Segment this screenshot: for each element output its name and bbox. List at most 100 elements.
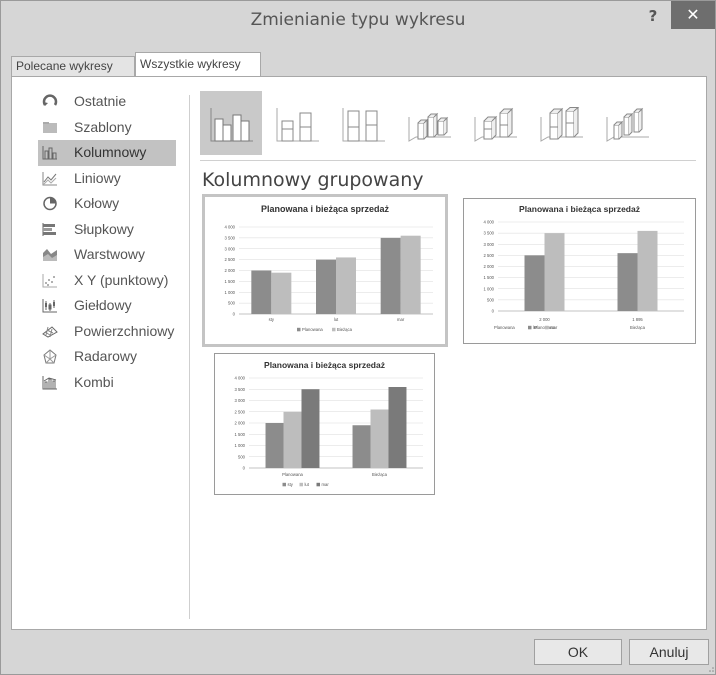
y-tick-label: 4 000	[225, 225, 236, 230]
chart-preview-svg: Planowana i bieżąca sprzedaż 0 500 1 000 1 5…	[225, 204, 433, 332]
sidebar-item-stock[interactable]: Giełdowy	[38, 293, 176, 319]
y-tick-label: 2 500	[225, 257, 236, 262]
recent-icon	[42, 94, 58, 106]
tab-recommended-charts[interactable]: Polecane wykresy	[11, 56, 135, 77]
sidebar-item-surface[interactable]: Powierzchniowy	[38, 319, 176, 345]
scatter-chart-icon	[42, 273, 57, 287]
100-stacked-column-icon	[342, 108, 385, 142]
bar	[370, 409, 389, 468]
y-tick-label: 1 500	[225, 279, 236, 284]
tab-all-charts[interactable]: Wszystkie wykresy	[135, 52, 261, 77]
bar	[283, 411, 302, 468]
subtype-3d-column[interactable]	[596, 91, 658, 155]
chart-title: Planowana i bieżąca sprzedaż	[261, 204, 390, 214]
clustered-column-icon	[210, 108, 253, 142]
bar	[524, 255, 545, 311]
subtype-stacked-column[interactable]	[266, 91, 328, 155]
vertical-divider	[189, 95, 190, 619]
pie-chart-icon	[43, 196, 57, 211]
legend-label: mar	[550, 325, 558, 330]
bar	[544, 233, 565, 311]
3d-stacked-column-icon	[474, 107, 517, 142]
chart-preview-3[interactable]: Planowana i bieżąca sprzedaż 0 500 1 000 1 5…	[214, 353, 435, 495]
sidebar-item-label: Powierzchniowy	[74, 322, 175, 339]
x-tick-sublabel: Bieżąca	[630, 325, 646, 330]
sidebar-item-column[interactable]: Kolumnowy	[38, 140, 176, 166]
sidebar-item-templates[interactable]: Szablony	[38, 115, 176, 141]
tab-panel: Ostatnie Szablony Kolumnowy Liniowy Koło…	[11, 76, 707, 630]
combo-chart-icon	[42, 375, 57, 389]
chart-title: Planowana i bieżąca sprzedaż	[519, 204, 640, 214]
folder-icon	[43, 121, 57, 133]
bar	[380, 237, 401, 314]
x-tick-label: Planowana	[282, 472, 303, 477]
legend-label: lut	[305, 482, 310, 487]
y-tick-label: 1 500	[484, 275, 495, 280]
sidebar-item-label: Giełdowy	[74, 297, 132, 313]
y-tick-label: 2 000	[235, 421, 246, 426]
chart-preview-2[interactable]: Planowana i bieżąca sprzedaż 0 500 1 000 1 5…	[463, 198, 696, 344]
bar	[352, 425, 371, 468]
bar	[251, 270, 272, 314]
sidebar-item-label: Kolumnowy	[74, 144, 147, 160]
sidebar-item-combo[interactable]: Kombi	[38, 370, 176, 396]
chart-preview-svg: Planowana i bieżąca sprzedaż 0 500 1 000 1 5…	[235, 360, 423, 487]
sidebar-item-radar[interactable]: Radarowy	[38, 344, 176, 370]
radar-chart-icon	[43, 349, 57, 364]
y-tick-label: 1 500	[235, 432, 246, 437]
bar	[271, 272, 292, 314]
ok-button[interactable]: OK	[534, 639, 622, 665]
bar	[301, 389, 320, 468]
horizontal-divider	[200, 160, 696, 161]
3d-100-stacked-column-icon	[540, 107, 583, 142]
subtype-100-stacked-column[interactable]	[332, 91, 394, 155]
y-tick-label: 2 500	[484, 253, 495, 258]
chart-preview-1[interactable]: Planowana i bieżąca sprzedaż 0 500 1 000 1 5…	[202, 194, 448, 347]
y-tick-label: 4 000	[235, 376, 246, 381]
x-tick-label: mar	[397, 317, 405, 322]
sidebar-item-area[interactable]: Warstwowy	[38, 242, 176, 268]
subtype-3d-stacked-column[interactable]	[464, 91, 526, 155]
y-tick-label: 1 000	[225, 290, 236, 295]
stacked-column-icon	[276, 108, 319, 142]
legend-swatch	[528, 325, 532, 330]
resize-grip-icon[interactable]	[707, 665, 715, 673]
subtype-3d-clustered-column[interactable]	[398, 91, 460, 155]
cancel-button[interactable]: Anuluj	[629, 639, 709, 665]
line-chart-icon	[42, 171, 57, 185]
y-tick-label: 1 000	[235, 443, 246, 448]
y-tick-label: 3 000	[235, 398, 246, 403]
title-bar[interactable]: Zmienianie typu wykresu ? ✕	[1, 1, 715, 41]
3d-clustered-column-icon	[408, 112, 451, 142]
y-tick-label: 3 500	[235, 387, 246, 392]
sidebar-item-bar[interactable]: Słupkowy	[38, 217, 176, 243]
legend-swatch	[316, 482, 320, 487]
y-tick-label: 500	[228, 301, 236, 306]
legend-label: mar	[322, 482, 330, 487]
legend-label: Bieżąca	[337, 327, 353, 332]
subtype-title: Kolumnowy grupowany	[202, 169, 424, 191]
chart-preview-svg: Planowana i bieżąca sprzedaż 0 500 1 000 1 5…	[484, 204, 684, 330]
legend-swatch	[297, 327, 301, 332]
legend-label: sty	[288, 482, 294, 487]
chart-title: Planowana i bieżąca sprzedaż	[264, 360, 385, 370]
subtype-clustered-column[interactable]	[200, 91, 262, 155]
dialog-title: Zmienianie typu wykresu	[250, 10, 466, 30]
bar-chart-icon	[42, 222, 56, 236]
sidebar-item-scatter[interactable]: X Y (punktowy)	[38, 268, 176, 294]
y-tick-label: 2 000	[225, 268, 236, 273]
sidebar-item-label: Słupkowy	[74, 220, 134, 237]
y-tick-label: 4 000	[484, 220, 495, 225]
surface-chart-icon	[42, 325, 58, 338]
y-tick-label: 0	[492, 309, 495, 314]
sidebar-item-pie[interactable]: Kołowy	[38, 191, 176, 217]
close-button[interactable]: ✕	[671, 1, 715, 29]
sidebar-item-recent[interactable]: Ostatnie	[38, 89, 176, 115]
help-button[interactable]: ?	[641, 7, 665, 29]
subtype-3d-100-stacked-column[interactable]	[530, 91, 592, 155]
sidebar-item-line[interactable]: Liniowy	[38, 166, 176, 192]
y-tick-label: 0	[243, 466, 246, 471]
x-tick-label: lut	[334, 317, 339, 322]
sidebar-item-label: Warstwowy	[74, 246, 146, 262]
bar	[316, 259, 336, 314]
